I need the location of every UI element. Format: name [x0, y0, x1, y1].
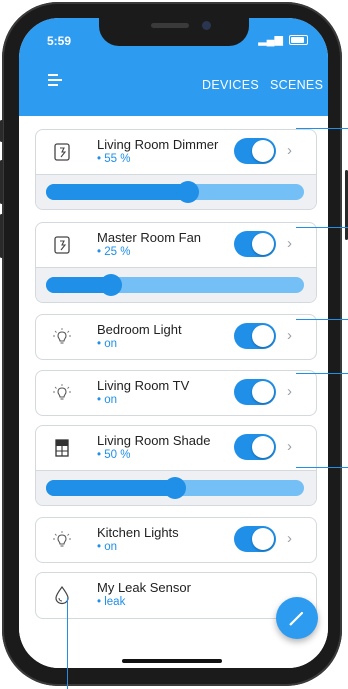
- device-name: Kitchen Lights: [97, 525, 179, 540]
- pencil-icon: [289, 611, 304, 626]
- device-card-living-room-dimmer[interactable]: Living Room Dimmer • 55 % ›: [35, 129, 317, 210]
- level-slider[interactable]: [46, 181, 304, 203]
- volume-down-button: [0, 214, 3, 258]
- device-card-kitchen-lights[interactable]: Kitchen Lights • on ›: [35, 517, 317, 563]
- mute-switch: [0, 120, 3, 142]
- phone-screen: 5:59 ▂▄▆ DEVICES SCENES Living Room Dimm…: [19, 18, 328, 668]
- device-status: • 50 %: [97, 449, 131, 461]
- status-icons: ▂▄▆: [258, 33, 308, 46]
- slider-thumb[interactable]: [177, 181, 199, 203]
- device-status: • on: [97, 338, 118, 350]
- hamburger-icon[interactable]: [48, 74, 62, 89]
- fan-switch-icon: [54, 236, 70, 254]
- device-name: My Leak Sensor: [97, 580, 191, 595]
- chevron-right-icon[interactable]: ›: [287, 142, 292, 159]
- signal-icon: ▂▄▆: [258, 34, 283, 46]
- device-name: Living Room TV: [97, 378, 190, 393]
- slider-thumb[interactable]: [100, 274, 122, 296]
- light-bulb-icon: [53, 384, 71, 400]
- callout-line: [67, 598, 68, 689]
- callout-line: [296, 319, 348, 320]
- device-list: Living Room Dimmer • 55 % › Master Room …: [19, 116, 328, 668]
- light-bulb-icon: [53, 328, 71, 344]
- callout-line: [296, 373, 348, 374]
- device-status: • on: [97, 541, 118, 553]
- power-toggle[interactable]: [234, 434, 276, 460]
- power-toggle[interactable]: [234, 138, 276, 164]
- device-card-my-leak-sensor[interactable]: My Leak Sensor • leak: [35, 572, 317, 619]
- power-toggle[interactable]: [234, 231, 276, 257]
- device-card-living-room-tv[interactable]: Living Room TV • on ›: [35, 370, 317, 416]
- chevron-right-icon[interactable]: ›: [287, 235, 292, 252]
- chevron-right-icon[interactable]: ›: [287, 383, 292, 400]
- slider-fill: [46, 480, 175, 496]
- tab-devices[interactable]: DEVICES: [202, 78, 259, 92]
- front-camera: [202, 21, 211, 30]
- callout-line: [296, 128, 348, 129]
- chevron-right-icon[interactable]: ›: [287, 438, 292, 455]
- device-status: • 55 %: [97, 153, 131, 165]
- device-name: Bedroom Light: [97, 322, 182, 337]
- power-toggle[interactable]: [234, 526, 276, 552]
- slider-thumb[interactable]: [164, 477, 186, 499]
- water-drop-icon: [55, 585, 69, 605]
- volume-up-button: [0, 160, 3, 204]
- device-status: • leak: [97, 596, 126, 608]
- level-slider[interactable]: [46, 477, 304, 499]
- power-toggle[interactable]: [234, 379, 276, 405]
- device-card-bedroom-light[interactable]: Bedroom Light • on ›: [35, 314, 317, 360]
- device-card-living-room-shade[interactable]: Living Room Shade • 50 % ›: [35, 425, 317, 506]
- dimmer-switch-icon: [54, 143, 70, 161]
- device-name: Living Room Dimmer: [97, 137, 219, 152]
- power-toggle[interactable]: [234, 323, 276, 349]
- chevron-right-icon[interactable]: ›: [287, 530, 292, 547]
- device-card-master-room-fan[interactable]: Master Room Fan • 25 % ›: [35, 222, 317, 303]
- device-name: Master Room Fan: [97, 230, 202, 245]
- edit-fab[interactable]: [276, 597, 318, 639]
- callout-line: [296, 227, 348, 228]
- notch: [99, 18, 249, 46]
- status-time: 5:59: [47, 34, 72, 48]
- earpiece: [151, 23, 189, 28]
- window-shade-icon: [55, 439, 69, 457]
- slider-fill: [46, 184, 188, 200]
- home-indicator: [122, 659, 222, 663]
- tab-scenes[interactable]: SCENES: [270, 78, 323, 92]
- light-bulb-icon: [53, 531, 71, 547]
- level-slider[interactable]: [46, 274, 304, 296]
- device-status: • on: [97, 394, 118, 406]
- battery-icon: [289, 35, 308, 46]
- chevron-right-icon[interactable]: ›: [287, 327, 292, 344]
- callout-line: [296, 467, 348, 468]
- device-status: • 25 %: [97, 246, 131, 258]
- device-name: Living Room Shade: [97, 433, 211, 448]
